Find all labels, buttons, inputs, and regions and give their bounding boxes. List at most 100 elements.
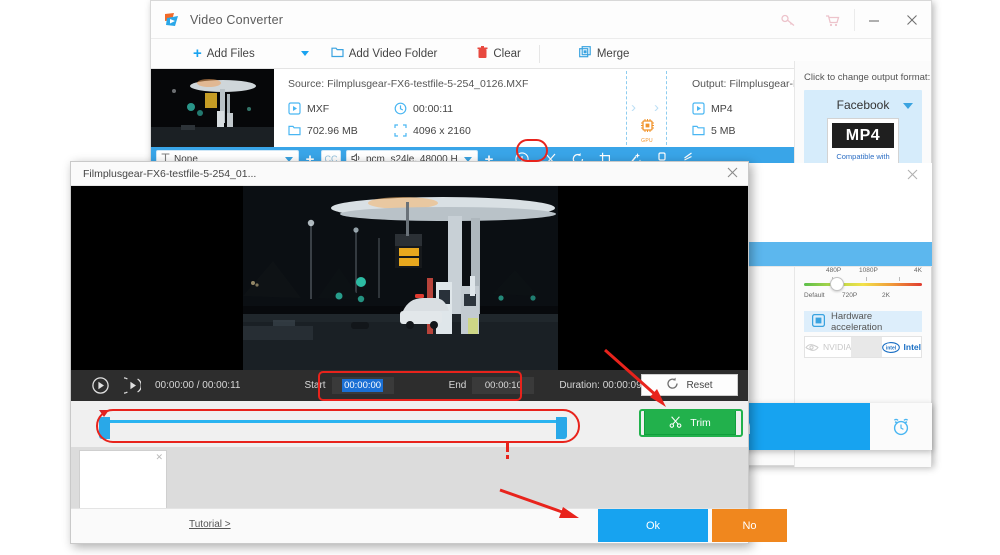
source-format: MXF <box>288 102 329 115</box>
intel-icon: intel <box>881 341 900 353</box>
time-display: 00:00:00 / 00:00:11 <box>155 380 241 391</box>
source-format-value: MXF <box>307 102 330 115</box>
hardware-acceleration-button[interactable]: Hardware acceleration <box>804 310 922 333</box>
merge-label: Merge <box>596 47 630 60</box>
remove-file-2-close-icon[interactable] <box>907 169 918 183</box>
toolbar-divider <box>538 44 540 63</box>
ok-button[interactable]: Ok <box>598 509 708 542</box>
minimize-icon[interactable] <box>855 1 893 39</box>
clip-close-icon[interactable]: ✕ <box>155 452 163 463</box>
clear-button[interactable]: Clear <box>469 39 528 69</box>
folder-icon <box>331 46 344 61</box>
close-icon[interactable] <box>893 1 931 39</box>
reset-button[interactable]: Reset <box>641 374 738 396</box>
format-badge-mp4: MP4 <box>832 123 894 148</box>
start-time-input[interactable]: 00:00:00 <box>331 377 394 394</box>
file-thumbnail <box>151 69 274 147</box>
screen: Video Converter + Add Files Add Video Fo… <box>0 0 1000 555</box>
source-filename: Source: Filmplusgear-FX6-testfile-5-254_… <box>288 78 529 90</box>
slider-knob[interactable] <box>830 277 844 291</box>
trim-dialog-titlebar: Filmplusgear-FX6-testfile-5-254_01... <box>71 162 748 186</box>
clip-thumbnail[interactable]: ✕ <box>79 450 167 510</box>
resolution-icon <box>394 124 407 137</box>
chevron-right-icon-1: › <box>631 99 636 116</box>
app-title: Video Converter <box>190 12 284 27</box>
cart-icon[interactable] <box>810 1 854 39</box>
output-format-value: MP4 <box>711 102 733 115</box>
vendor-intel-option[interactable]: intel Intel <box>881 337 921 357</box>
format-icon <box>288 102 301 115</box>
merge-icon <box>578 45 592 62</box>
output-size: 5 MB <box>692 124 736 137</box>
video-preview[interactable] <box>243 186 558 370</box>
slider-label-4k: 4K <box>914 267 922 274</box>
step-forward-button[interactable] <box>119 370 145 401</box>
no-button[interactable]: No <box>712 509 787 542</box>
compatible-with-label: Compatible with <box>836 152 890 161</box>
add-files-label: Add Files <box>206 47 255 60</box>
quality-slider[interactable]: 480P 1080P 4K Default 720P 2K <box>804 267 922 307</box>
hardware-acceleration-label: Hardware acceleration <box>831 310 883 333</box>
add-files-dropdown-icon[interactable] <box>300 51 309 56</box>
add-video-folder-button[interactable]: Add Video Folder <box>323 39 446 69</box>
playhead-marker[interactable] <box>99 410 109 417</box>
vendor-nvidia-option[interactable]: NVIDIA <box>805 337 851 357</box>
source-resolution-value: 4096 x 2160 <box>413 124 471 137</box>
nvidia-icon <box>805 343 819 351</box>
plus-icon: + <box>193 45 202 62</box>
add-files-button[interactable]: + Add Files <box>185 39 263 69</box>
merge-button[interactable]: Merge <box>571 39 638 69</box>
slider-track <box>804 283 922 286</box>
reset-label: Reset <box>686 379 713 391</box>
output-format: MP4 <box>692 102 733 115</box>
clip-list: ✕ Clip 1 00:00:09 <box>71 447 748 540</box>
end-label: End <box>448 380 467 391</box>
source-size-value: 702.96 MB <box>307 124 358 137</box>
add-video-folder-label: Add Video Folder <box>348 47 438 60</box>
output-format-icon <box>692 102 705 115</box>
slider-label-720p: 720P <box>842 292 858 299</box>
tutorial-link[interactable]: Tutorial > <box>189 519 231 530</box>
annotation-tick-2 <box>506 455 509 459</box>
key-icon[interactable] <box>766 1 810 39</box>
annotation-tick-1 <box>506 443 509 452</box>
slider-label-2k: 2K <box>882 292 890 299</box>
titlebar-controls <box>766 1 931 39</box>
end-time-input[interactable]: 00:00:10 <box>472 377 535 394</box>
gpu-badge: GPU <box>636 118 658 144</box>
trim-dialog: Filmplusgear-FX6-testfile-5-254_01... 00… <box>70 161 787 544</box>
trim-dialog-close-icon[interactable] <box>727 167 738 181</box>
alarm-clock-icon[interactable] <box>870 403 932 450</box>
start-label: Start <box>304 380 326 391</box>
start-time-value: 00:00:00 <box>342 379 384 392</box>
format-chevron-down-icon[interactable] <box>903 103 913 109</box>
trim-button-label: Trim <box>690 416 711 429</box>
playback-control-bar: 00:00:00 / 00:00:11 Start 00:00:00 End 0… <box>71 370 748 401</box>
trim-button[interactable]: Trim <box>644 410 736 435</box>
timeline: Trim <box>71 401 748 447</box>
trim-start-handle[interactable] <box>99 417 110 439</box>
play-button[interactable] <box>87 370 113 401</box>
svg-text:intel: intel <box>885 345 896 351</box>
video-stage <box>71 186 748 370</box>
source-size: 702.96 MB <box>288 124 358 137</box>
divider-dashed-right <box>666 71 667 145</box>
gpu-vendor-toggle: NVIDIA intel Intel <box>804 336 922 358</box>
trim-dialog-footer: Tutorial > Ok No <box>71 508 787 543</box>
divider-dashed-left <box>626 71 627 145</box>
vendor-nvidia-label: NVIDIA <box>823 342 852 352</box>
trim-dialog-title: Filmplusgear-FX6-testfile-5-254_01... <box>83 167 257 180</box>
output-size-value: 5 MB <box>711 124 736 137</box>
slider-label-default: Default <box>804 292 825 299</box>
clear-label: Clear <box>493 47 521 60</box>
chip-icon <box>811 313 826 330</box>
trim-end-handle[interactable] <box>556 417 567 439</box>
chevron-right-icon-2: › <box>654 99 659 116</box>
end-time-value: 00:00:10 <box>484 380 522 391</box>
output-format-hint: Click to change output format: <box>804 72 931 83</box>
trim-scissors-icon-button <box>669 415 682 431</box>
output-file-icon <box>692 124 705 137</box>
app-logo-icon <box>163 11 181 29</box>
trash-icon <box>477 45 488 62</box>
slider-label-480p: 480P <box>826 267 842 274</box>
